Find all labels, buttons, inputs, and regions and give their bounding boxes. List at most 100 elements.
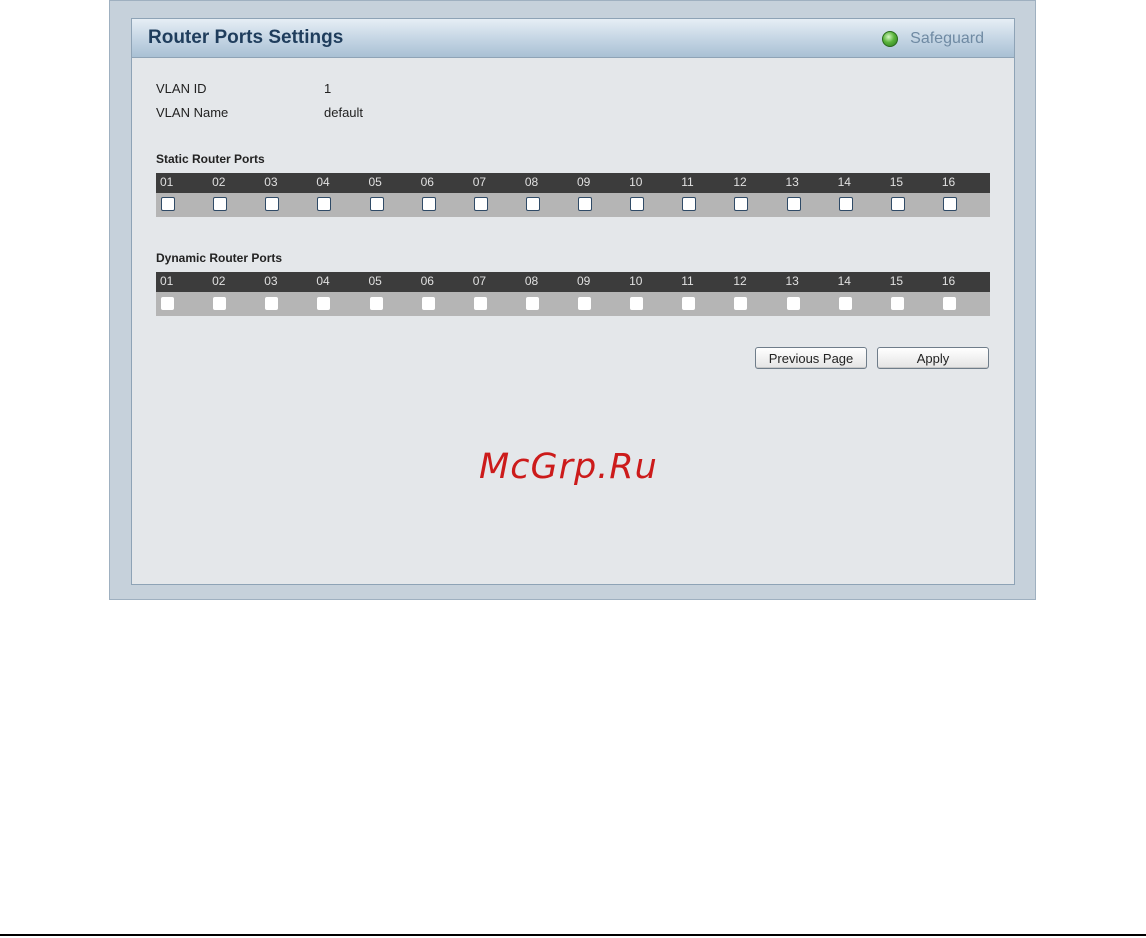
apply-button[interactable]: Apply bbox=[877, 347, 989, 369]
safeguard-indicator: Safeguard bbox=[882, 30, 984, 48]
dynamic-port-header-14: 14 bbox=[834, 272, 886, 292]
dynamic-port-checkbox-01 bbox=[161, 297, 174, 310]
dynamic-port-checkbox-06 bbox=[421, 297, 435, 310]
dynamic-port-cell-04 bbox=[312, 292, 364, 316]
dynamic-port-cell-02 bbox=[208, 292, 260, 316]
dynamic-port-checkbox-02 bbox=[213, 297, 227, 310]
static-port-label: 10 bbox=[629, 175, 643, 189]
static-port-label: 03 bbox=[264, 175, 278, 189]
dynamic-port-header-08: 08 bbox=[521, 272, 573, 292]
static-port-checkbox-08[interactable] bbox=[525, 197, 540, 211]
dynamic-port-header-04: 04 bbox=[312, 272, 364, 292]
dynamic-port-label: 10 bbox=[629, 274, 643, 288]
dynamic-ports-header: 01 02 03 04 05 06 07 08 09 10 11 12 13 14 15 16 bbox=[156, 272, 990, 292]
dynamic-port-cell-09 bbox=[573, 292, 625, 316]
static-port-cell-11 bbox=[677, 193, 729, 217]
static-port-checkbox-12[interactable] bbox=[734, 197, 749, 211]
dynamic-port-label: 04 bbox=[316, 274, 330, 288]
watermark: McGrp.Ru bbox=[479, 447, 658, 487]
dynamic-port-cell-01 bbox=[156, 292, 208, 316]
dynamic-port-checkbox-11 bbox=[682, 297, 696, 310]
dynamic-port-label: 09 bbox=[577, 274, 591, 288]
dynamic-port-label: 12 bbox=[733, 274, 747, 288]
dynamic-port-cell-05 bbox=[365, 292, 417, 316]
static-router-ports-title: Static Router Ports bbox=[156, 152, 265, 166]
static-port-cell-04 bbox=[312, 193, 364, 217]
static-port-checkbox-14[interactable] bbox=[838, 197, 853, 211]
static-port-label: 11 bbox=[681, 175, 694, 189]
static-port-label: 14 bbox=[837, 175, 851, 189]
static-port-checkbox-03[interactable] bbox=[265, 197, 280, 211]
static-port-label: 04 bbox=[316, 175, 330, 189]
static-port-checkbox-16[interactable] bbox=[942, 197, 957, 211]
static-port-cell-01 bbox=[156, 193, 208, 217]
static-port-cell-08 bbox=[521, 193, 573, 217]
vlan-id-value: 1 bbox=[324, 81, 332, 96]
static-port-header-04: 04 bbox=[312, 173, 364, 193]
static-ports-table: 01 02 03 04 05 06 07 08 09 10 11 12 13 14 15 16 bbox=[156, 173, 990, 217]
dynamic-port-cell-07 bbox=[469, 292, 521, 316]
page-divider bbox=[0, 934, 1146, 936]
static-port-checkbox-11[interactable] bbox=[682, 197, 697, 211]
dynamic-port-cell-14 bbox=[834, 292, 886, 316]
dynamic-port-label: 14 bbox=[837, 274, 851, 288]
static-port-header-06: 06 bbox=[417, 173, 469, 193]
static-ports-header: 01 02 03 04 05 06 07 08 09 10 11 12 13 14 15 16 bbox=[156, 173, 990, 193]
page-title: Router Ports Settings bbox=[148, 27, 344, 48]
static-port-header-15: 15 bbox=[886, 173, 938, 193]
dynamic-port-checkbox-16 bbox=[942, 297, 956, 310]
static-port-checkbox-06[interactable] bbox=[421, 197, 436, 211]
static-port-label: 13 bbox=[785, 175, 799, 189]
static-port-label: 05 bbox=[368, 175, 382, 189]
static-port-checkbox-02[interactable] bbox=[213, 197, 228, 211]
static-port-header-07: 07 bbox=[469, 173, 521, 193]
static-port-header-13: 13 bbox=[782, 173, 834, 193]
static-port-checkbox-07[interactable] bbox=[473, 197, 488, 211]
dynamic-port-checkbox-12 bbox=[734, 297, 748, 310]
dynamic-port-label: 11 bbox=[681, 274, 694, 288]
dynamic-port-header-12: 12 bbox=[729, 272, 781, 292]
static-port-checkbox-04[interactable] bbox=[317, 197, 332, 211]
static-port-header-02: 02 bbox=[208, 173, 260, 193]
static-port-label: 12 bbox=[733, 175, 747, 189]
static-port-header-09: 09 bbox=[573, 173, 625, 193]
static-port-checkbox-13[interactable] bbox=[786, 197, 801, 211]
static-port-label: 07 bbox=[472, 175, 487, 189]
vlan-name-label: VLAN Name bbox=[156, 105, 229, 120]
dynamic-port-checkbox-14 bbox=[838, 297, 852, 310]
static-port-header-16: 16 bbox=[938, 173, 990, 193]
static-port-label: 16 bbox=[941, 175, 956, 189]
dynamic-port-header-11: 11 bbox=[677, 272, 729, 292]
dynamic-port-checkbox-09 bbox=[578, 297, 591, 310]
dynamic-port-label: 03 bbox=[264, 274, 278, 288]
dynamic-port-header-16: 16 bbox=[938, 272, 990, 292]
dynamic-port-label: 05 bbox=[368, 274, 382, 288]
dynamic-port-header-10: 10 bbox=[625, 272, 677, 292]
static-port-label: 01 bbox=[160, 175, 174, 189]
dynamic-port-checkbox-13 bbox=[786, 297, 800, 310]
router-ports-panel: Router Ports Settings Safeguard VLAN ID … bbox=[131, 18, 1015, 585]
static-port-label: 08 bbox=[524, 175, 539, 189]
vlan-id-label: VLAN ID bbox=[156, 81, 207, 96]
static-port-checkbox-10[interactable] bbox=[630, 197, 645, 211]
dynamic-port-checkbox-08 bbox=[525, 297, 539, 310]
dynamic-port-cell-10 bbox=[625, 292, 677, 316]
static-port-cell-16 bbox=[938, 193, 990, 217]
static-port-label: 06 bbox=[420, 175, 434, 189]
dynamic-port-header-13: 13 bbox=[782, 272, 834, 292]
static-port-header-14: 14 bbox=[834, 173, 886, 193]
static-port-checkbox-05[interactable] bbox=[369, 197, 384, 211]
static-port-checkbox-15[interactable] bbox=[890, 197, 905, 211]
dynamic-port-label: 15 bbox=[889, 274, 904, 288]
dynamic-port-checkbox-07 bbox=[473, 297, 487, 310]
dynamic-port-cell-15 bbox=[886, 292, 938, 316]
static-port-header-01: 01 bbox=[156, 173, 208, 193]
previous-page-button[interactable]: Previous Page bbox=[755, 347, 867, 369]
static-ports-row bbox=[156, 193, 990, 217]
dynamic-port-header-09: 09 bbox=[573, 272, 625, 292]
static-port-cell-09 bbox=[573, 193, 625, 217]
static-port-checkbox-01[interactable] bbox=[161, 197, 175, 211]
static-port-cell-10 bbox=[625, 193, 677, 217]
static-port-cell-02 bbox=[208, 193, 260, 217]
static-port-checkbox-09[interactable] bbox=[578, 197, 592, 211]
